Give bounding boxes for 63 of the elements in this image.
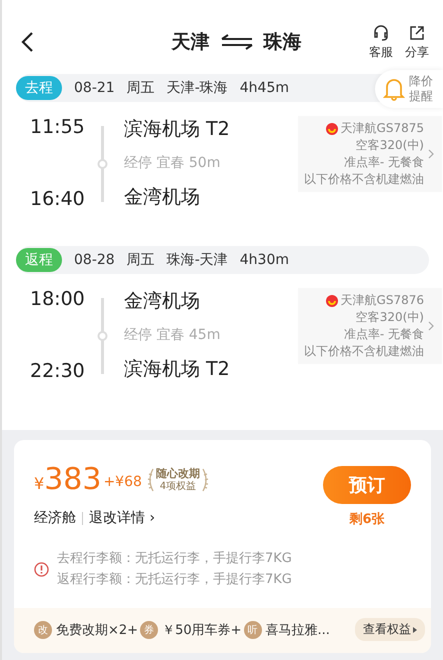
refund-details-link[interactable]: 退改详情 › [89, 509, 156, 527]
airline-logo-icon [326, 122, 338, 134]
cabin-class: 经济舱 [34, 509, 76, 527]
leg-route: 珠海-天津 [166, 251, 228, 269]
extra-price: +¥68 [103, 474, 142, 490]
header-action-button[interactable]: 分享 [405, 24, 429, 60]
price-alert-button[interactable]: 降价提醒 [375, 70, 443, 108]
aircraft-type: 空客320(中) [356, 137, 424, 154]
benefit-text: 喜马拉雅... [266, 622, 330, 638]
leg-route: 天津-珠海 [166, 79, 228, 97]
laurel-icon [146, 466, 154, 492]
stopover-text: 经停 宜春 45m [124, 326, 222, 344]
currency-symbol: ¥ [34, 474, 44, 493]
benefit-icon: 券 [140, 620, 158, 638]
view-benefits-button[interactable]: 查看权益 [355, 618, 425, 641]
depart-time: 18:00 [30, 288, 86, 310]
bell-icon [383, 77, 405, 101]
origin-city: 天津 [172, 30, 210, 55]
headset-icon [372, 24, 390, 42]
chevron-icon [428, 149, 434, 159]
depart-airport: 金湾机场 [124, 289, 201, 314]
leg-tag: 返程 [16, 248, 62, 272]
badge-subtitle: 4项权益 [160, 480, 196, 492]
aircraft-type: 空客320(中) [356, 309, 424, 326]
leg-tag: 去程 [16, 76, 62, 100]
arrive-time: 16:40 [30, 188, 86, 210]
price-note: 以下价格不含机建燃油 [304, 343, 424, 360]
price-note: 以下价格不含机建燃油 [304, 171, 424, 188]
leg-duration: 4h30m [240, 252, 289, 268]
airline-logo-icon [326, 294, 338, 306]
leg-date: 08-21 [74, 80, 115, 96]
flight-number: 天津航GS7876 [340, 292, 424, 309]
leg-duration: 4h45m [240, 80, 289, 96]
chevron-icon [428, 321, 434, 331]
arrive-airport: 滨海机场 T2 [124, 357, 231, 382]
baggage-allowance: 返程行李额：无托运行李，手提行李7KG [57, 571, 292, 589]
remaining-tickets: 剩6张 [349, 511, 385, 528]
depart-airport: 滨海机场 T2 [124, 117, 231, 142]
price: 383 [44, 462, 102, 497]
share-icon [408, 24, 426, 42]
laurel-icon [202, 466, 210, 492]
leg-date: 08-28 [74, 252, 115, 268]
benefit-text: ￥50用车券+ [162, 622, 242, 638]
benefit-text: 免费改期×2+ [56, 622, 138, 638]
punctuality-meal: 准点率- 无餐食 [344, 154, 424, 171]
arrive-airport: 金湾机场 [124, 185, 201, 210]
stopover-text: 经停 宜春 50m [124, 154, 222, 172]
back-icon[interactable] [20, 31, 34, 53]
badge-title: 随心改期 [156, 466, 200, 480]
arrive-time: 22:30 [30, 360, 86, 382]
benefit-icon: 改 [34, 620, 52, 638]
destination-city: 珠海 [264, 30, 302, 55]
leg-weekday: 周五 [126, 251, 155, 269]
depart-time: 11:55 [30, 116, 86, 138]
header-action-button[interactable]: 客服 [369, 24, 393, 60]
swap-icon [220, 34, 254, 50]
punctuality-meal: 准点率- 无餐食 [344, 326, 424, 343]
baggage-allowance: 去程行李额：无托运行李，手提行李7KG [57, 550, 292, 568]
benefit-icon: 听 [244, 620, 262, 638]
leg-weekday: 周五 [126, 79, 155, 97]
flight-number: 天津航GS7875 [340, 120, 424, 137]
caret-icon [413, 626, 417, 632]
warning-icon [34, 562, 49, 576]
